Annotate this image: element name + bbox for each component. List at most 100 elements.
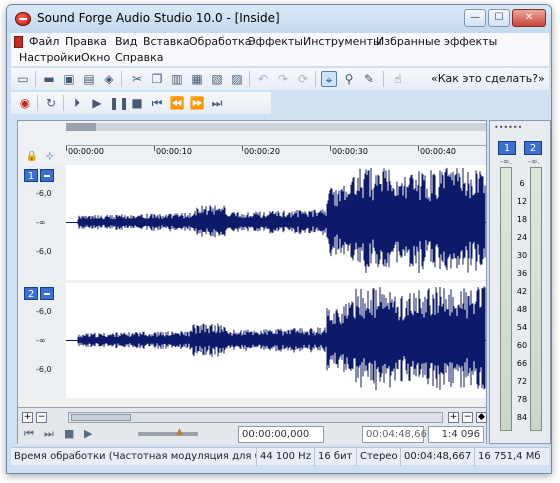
go-end-icon[interactable]: ⏭ [209,95,225,111]
menu-edit[interactable]: Правка [65,35,107,48]
lock-icon[interactable]: 🔒 [24,149,40,165]
rewind-icon[interactable]: ⏪ [169,95,185,111]
minimize-button[interactable]: — [464,9,486,27]
app-window: Sound Forge Audio Studio 10.0 - [Inside]… [6,4,552,474]
trim-icon[interactable]: ▨ [229,71,245,87]
close-button[interactable]: ✕ [512,9,546,27]
record-icon[interactable]: ◉ [17,95,33,111]
waveform-area[interactable] [66,283,486,398]
repeat-icon[interactable]: ⟳ [295,71,311,87]
channel-2-minimize-icon[interactable] [40,287,54,300]
render-icon[interactable]: ◈ [101,71,117,87]
menu-file[interactable]: Файл [29,35,59,48]
undo-icon[interactable]: ↶ [255,71,271,87]
menu-effects[interactable]: Эффекты [248,35,303,48]
ruler-label: 00:00:20 [244,147,280,156]
vu-scale-label: 78 [516,395,528,404]
db-label: -6,0 [36,189,52,198]
vu-scale-label: 42 [516,287,528,296]
go-start-icon[interactable]: ⏮ [24,427,34,441]
cursor-position-field[interactable]: 00:00:00,000 [238,426,324,443]
channel-1-button[interactable]: 1 [24,169,38,182]
redo-icon[interactable]: ↷ [275,71,291,87]
how-to-help-link[interactable]: «Как это сделать?» [431,72,545,85]
vu-scale-label: 72 [516,377,528,386]
db-label: -6,0 [36,365,52,374]
ruler-label: 00:00:30 [332,147,368,156]
save-as-icon[interactable]: ▤ [81,71,97,87]
scroll-thumb[interactable] [71,414,131,421]
open-icon[interactable]: ▬ [41,71,57,87]
window-title: Sound Forge Audio Studio 10.0 - [Inside] [37,11,280,25]
save-icon[interactable]: ▣ [61,71,77,87]
play-icon[interactable]: ▶ [84,427,92,440]
vu-channel-1-button[interactable]: 1 [498,141,516,155]
waveform-area[interactable] [66,165,486,280]
transport-toolbar: ◉ ↻ ⏵ ▶ ❚❚ ■ ⏮ ⏪ ⏩ ⏭ [11,92,271,114]
magnify-tool-icon[interactable]: ⚲ [341,71,357,87]
snap-icon[interactable]: ⊹ [42,149,58,165]
menu-process[interactable]: Обработка [189,35,251,48]
status-bit-depth[interactable]: 16 бит [315,448,357,466]
zoom-out-horizontal-button[interactable]: − [462,412,473,423]
edit-tool-icon[interactable]: ⌖ [321,71,337,87]
selection-end-field[interactable]: 00:04:48,667 [362,426,433,443]
data-window: 🔒 ⊹ 00:00:00 00:00:10 00:00:20 00:00:30 … [17,120,487,445]
paste-icon[interactable]: ▥ [169,71,185,87]
channel-1-minimize-icon[interactable] [40,169,54,182]
time-ruler[interactable]: 00:00:00 00:00:10 00:00:20 00:00:30 00:0… [66,145,486,165]
sound-forge-logo-icon[interactable] [15,12,31,26]
zoom-ratio-field[interactable]: 1:4 096 [428,426,484,443]
copy-icon[interactable]: ❐ [149,71,165,87]
title-bar: Sound Forge Audio Studio 10.0 - [Inside]… [7,5,551,33]
vu-peak-1: -∞. [500,157,513,166]
zoom-in-button[interactable]: + [22,412,33,423]
vu-peak-2: -∞. [528,157,541,166]
menu-window[interactable]: Окно [81,51,110,64]
stop-icon[interactable]: ■ [64,427,74,440]
zoom-out-button[interactable]: − [36,412,47,423]
document-icon[interactable] [14,36,23,48]
cut-icon[interactable]: ✂ [129,71,145,87]
vu-scale-label: 30 [516,251,528,260]
zoom-in-horizontal-button[interactable]: + [448,412,459,423]
vu-channel-2-button[interactable]: 2 [524,141,542,155]
status-processing: Время обработки (Частотная модуляция для… [11,448,257,466]
waveform-channel-1 [66,167,486,273]
go-end-icon[interactable]: ⏭ [44,427,54,441]
track-channel-2: 2 -6,0 -∞ -6,0 [18,283,486,398]
new-icon[interactable]: ▭ [15,71,31,87]
status-channels[interactable]: Стерео [357,448,401,466]
crop-icon[interactable]: ▧ [209,71,225,87]
db-label: -∞ [36,218,46,227]
ruler-label: 00:00:00 [68,147,104,156]
vu-scale-label: 24 [516,233,528,242]
stop-icon[interactable]: ■ [129,95,145,111]
editor-status-area: + − + − ◆ ⏮ ⏭ ■ ▶ ▲ 00:00:00,000 00:04:4… [18,407,487,445]
menu-settings[interactable]: Настройки [19,51,81,64]
pencil-tool-icon[interactable]: ✎ [361,71,377,87]
zoom-fit-button[interactable]: ◆ [476,412,487,423]
play-icon[interactable]: ▶ [89,95,105,111]
play-all-icon[interactable]: ⏵ [69,95,85,111]
pause-icon[interactable]: ❚❚ [109,95,129,111]
go-start-icon[interactable]: ⏮ [149,95,165,111]
db-label: -∞ [36,336,46,345]
menu-tools[interactable]: Инструменты [303,35,382,48]
selection-bar[interactable] [66,123,486,131]
status-sample-rate[interactable]: 44 100 Hz [257,448,315,466]
forward-icon[interactable]: ⏩ [189,95,205,111]
loop-icon[interactable]: ↻ [43,95,59,111]
playback-rate-slider[interactable] [138,432,198,436]
vu-header[interactable]: •••••• [494,123,522,132]
horizontal-scrollbar[interactable] [68,412,443,423]
mix-icon[interactable]: ▦ [189,71,205,87]
channel-2-button[interactable]: 2 [24,287,38,300]
menu-view[interactable]: Вид [115,35,137,48]
menu-insert[interactable]: Вставка [143,35,190,48]
help-pointer-icon[interactable]: ☝ [390,71,406,87]
menu-favorite-effects[interactable]: Избранные эффекты [376,35,497,48]
slider-thumb-icon[interactable]: ▲ [176,427,183,437]
maximize-button[interactable]: ☐ [488,9,510,27]
menu-help[interactable]: Справка [115,51,163,64]
